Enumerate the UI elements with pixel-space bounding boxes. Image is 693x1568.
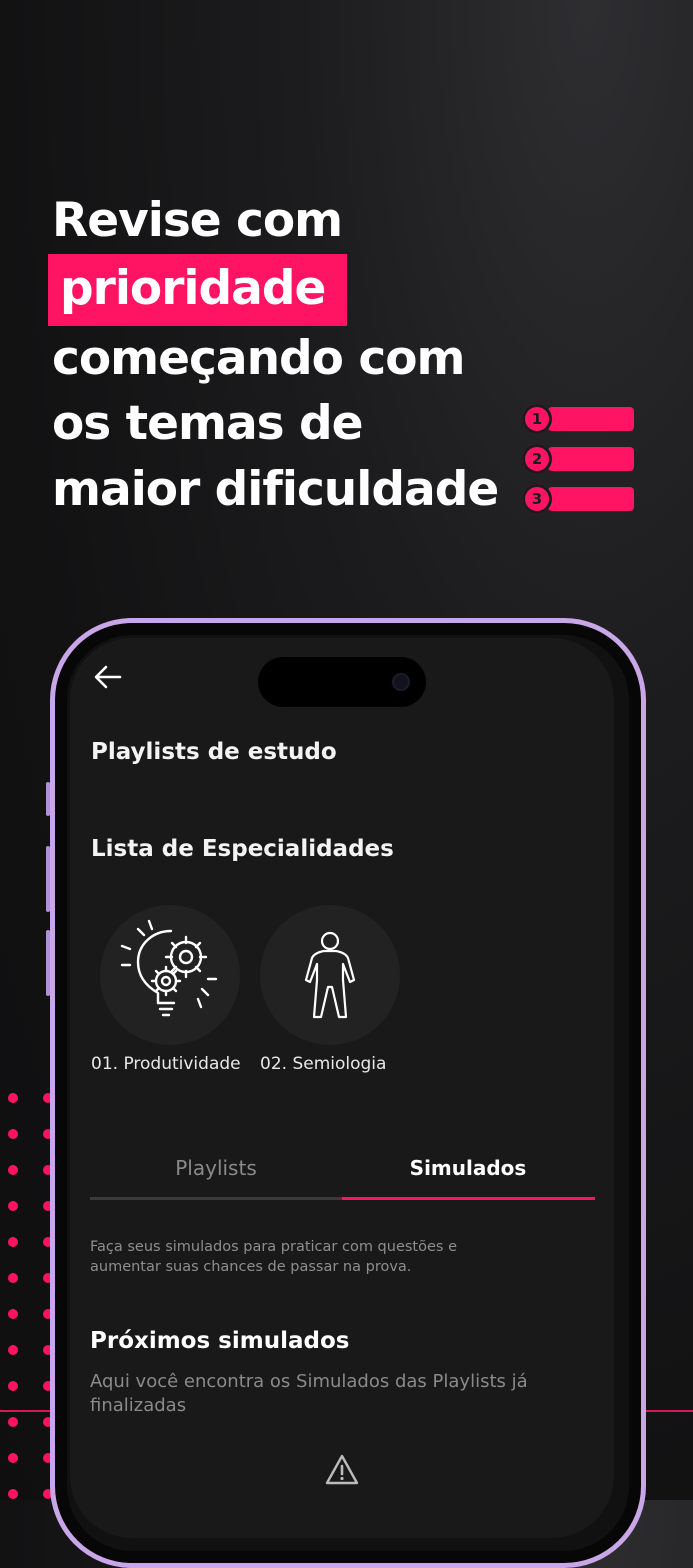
headline-line-4: os temas de <box>52 396 364 451</box>
warning-icon <box>325 1454 359 1485</box>
decorative-dot <box>8 1381 18 1391</box>
lightbulb-gears-icon <box>120 919 218 1017</box>
specialty-semiologia[interactable] <box>260 905 400 1045</box>
specialty-label: 01. Produtividade <box>91 1054 241 1074</box>
dynamic-island <box>258 657 426 707</box>
human-body-icon <box>304 931 356 1019</box>
tab-active-indicator <box>342 1197 595 1200</box>
decorative-dot <box>8 1129 18 1139</box>
decorative-dot <box>8 1273 18 1283</box>
tab-bar: Playlists Simulados <box>90 1150 595 1202</box>
ranking-item-3: 3 <box>522 484 634 514</box>
ranking-bar <box>548 487 634 511</box>
page-title: Playlists de estudo <box>91 739 337 765</box>
upcoming-simulados-subtitle: Aqui você encontra os Simulados das Play… <box>90 1371 528 1416</box>
headline-highlight: prioridade <box>48 253 348 326</box>
phone-screen: Playlists de estudo Lista de Especialida… <box>70 638 614 1538</box>
specialty-label: 02. Semiologia <box>260 1054 387 1074</box>
decorative-dot <box>8 1345 18 1355</box>
ranking-number: 2 <box>522 444 552 474</box>
headline: Revise com prioridade começando com os t… <box>48 188 499 522</box>
ranking-bar <box>548 447 634 471</box>
headline-line-1: Revise com <box>52 193 343 248</box>
ranking-number: 3 <box>522 484 552 514</box>
decorative-dot <box>8 1165 18 1175</box>
decorative-dot <box>8 1417 18 1427</box>
ranking-item-1: 1 <box>522 404 634 434</box>
decorative-dot <box>8 1309 18 1319</box>
section-title: Lista de Especialidades <box>91 836 394 862</box>
decorative-dot <box>8 1489 18 1499</box>
upcoming-simulados-title: Próximos simulados <box>90 1328 350 1354</box>
ranking-item-2: 2 <box>522 444 634 474</box>
decorative-dot <box>8 1453 18 1463</box>
ranking-bar <box>548 407 634 431</box>
camera-icon <box>394 675 408 689</box>
tab-simulados[interactable]: Simulados <box>342 1150 594 1186</box>
decorative-dot <box>8 1093 18 1103</box>
headline-line-3: começando com <box>52 330 465 386</box>
tab-playlists[interactable]: Playlists <box>90 1150 342 1186</box>
headline-line-5: maior dificuldade <box>52 461 499 517</box>
simulados-description: Faça seus simulados para praticar com qu… <box>90 1239 457 1275</box>
arrow-left-icon[interactable] <box>94 664 122 690</box>
decorative-dot <box>8 1201 18 1211</box>
ranking-number: 1 <box>522 404 552 434</box>
decorative-dot <box>8 1237 18 1247</box>
specialty-produtividade[interactable] <box>100 905 240 1045</box>
